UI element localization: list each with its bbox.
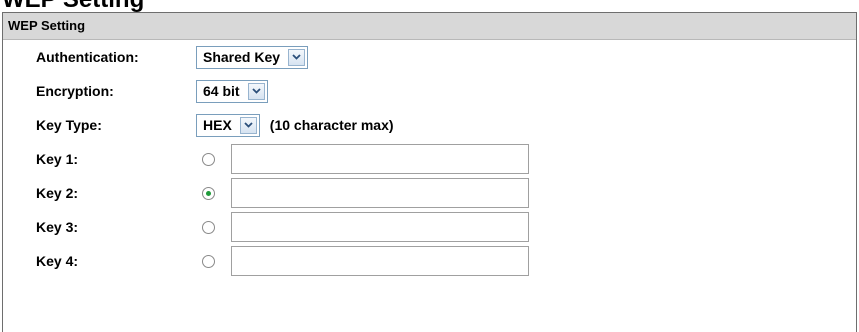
- chevron-down-icon[interactable]: [247, 82, 265, 100]
- key-3-row: Key 3:: [3, 210, 856, 244]
- authentication-select[interactable]: Shared Key: [196, 45, 309, 69]
- key-2-radio[interactable]: [202, 186, 215, 200]
- key-1-input[interactable]: [231, 144, 529, 174]
- key-length-hint: (10 character max): [269, 117, 394, 133]
- authentication-field: Shared Key: [196, 40, 309, 74]
- key-3-input[interactable]: [231, 212, 529, 242]
- key-1-field: [196, 142, 529, 176]
- key-3-label: Key 3:: [36, 219, 79, 235]
- encryption-row: Encryption: 64 bit: [3, 74, 856, 108]
- key-4-row: Key 4:: [3, 244, 856, 278]
- key-type-label: Key Type:: [36, 117, 102, 133]
- encryption-field: 64 bit: [196, 74, 268, 108]
- key-type-row: Key Type: HEX (10 character max): [3, 108, 856, 142]
- encryption-label: Encryption:: [36, 83, 114, 99]
- encryption-select-value: 64 bit: [203, 83, 240, 99]
- key-1-row: Key 1:: [3, 142, 856, 176]
- key-3-field: [196, 210, 529, 244]
- chevron-down-icon[interactable]: [239, 116, 257, 134]
- authentication-row: Authentication: Shared Key: [3, 40, 856, 74]
- key-type-select-value: HEX: [203, 117, 232, 133]
- key-type-field: HEX (10 character max): [196, 108, 394, 142]
- wep-setting-panel: WEP Setting Authentication: Shared Key E…: [2, 12, 857, 332]
- key-3-radio[interactable]: [202, 220, 215, 234]
- key-type-select[interactable]: HEX: [196, 113, 260, 137]
- key-1-label: Key 1:: [36, 151, 79, 167]
- key-2-input[interactable]: [231, 178, 529, 208]
- key-4-label: Key 4:: [36, 253, 79, 269]
- key-2-label: Key 2:: [36, 185, 79, 201]
- key-4-radio[interactable]: [202, 254, 215, 268]
- encryption-select[interactable]: 64 bit: [196, 79, 268, 103]
- key-2-field: [196, 176, 529, 210]
- panel-header: WEP Setting: [3, 13, 856, 40]
- key-2-row: Key 2:: [3, 176, 856, 210]
- authentication-label: Authentication:: [36, 49, 139, 65]
- key-4-field: [196, 244, 529, 278]
- authentication-select-value: Shared Key: [203, 49, 281, 65]
- chevron-down-icon[interactable]: [288, 48, 306, 66]
- key-4-input[interactable]: [231, 246, 529, 276]
- wep-setting-page: WEP Setting WEP Setting Authentication: …: [0, 0, 859, 332]
- key-1-radio[interactable]: [202, 152, 215, 166]
